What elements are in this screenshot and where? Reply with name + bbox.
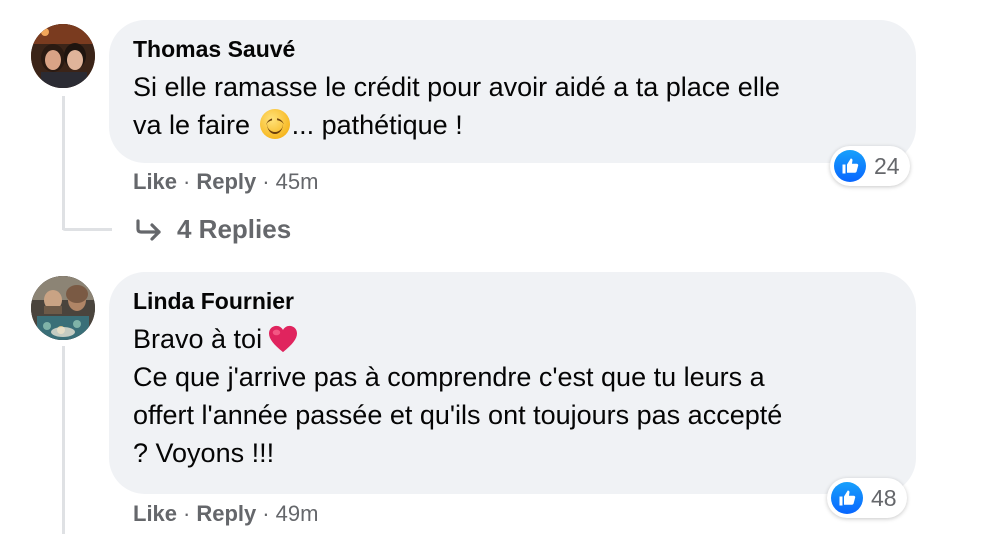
reply-link[interactable]: Reply [196, 169, 256, 194]
separator-dot: · [262, 501, 270, 526]
comment-text-line: ? Voyons !!! [133, 438, 275, 468]
avatar[interactable] [31, 276, 95, 340]
comment-text-fragment: va le faire [133, 110, 251, 140]
like-link[interactable]: Like [133, 501, 177, 526]
reaction-count: 24 [874, 152, 900, 179]
reply-arrow-icon [136, 218, 161, 241]
thread-line-vertical-2 [62, 346, 65, 534]
comment-timestamp[interactable]: 45m [276, 169, 319, 194]
thumbs-up-icon [834, 150, 866, 182]
separator-dot: · [183, 501, 191, 526]
red-heart-emoji-icon [268, 325, 298, 353]
comment-text-line: Bravo à toi [133, 320, 892, 358]
comment-text: Si elle ramasse le crédit pour avoir aid… [133, 68, 892, 144]
comment-bubble: Linda Fournier Bravo à toi Ce que j'arri… [109, 272, 916, 494]
comment-text: Bravo à toi Ce que j'arrive pas à compre… [133, 320, 892, 472]
avatar-photo [31, 276, 95, 340]
comment-text-line: Si elle ramasse le crédit pour avoir aid… [133, 72, 780, 102]
like-link[interactable]: Like [133, 169, 177, 194]
comment-bubble: Thomas Sauvé Si elle ramasse le crédit p… [109, 20, 916, 163]
reaction-summary[interactable]: 24 [830, 146, 910, 186]
thread-line-vertical [62, 96, 65, 230]
comment-author[interactable]: Linda Fournier [133, 286, 892, 316]
avatar-photo [31, 24, 95, 88]
comment-author[interactable]: Thomas Sauvé [133, 34, 892, 64]
comment-text-line: offert l'année passée et qu'ils ont touj… [133, 400, 783, 430]
comment-timestamp[interactable]: 49m [276, 501, 319, 526]
reaction-summary[interactable]: 48 [827, 478, 907, 518]
reaction-count: 48 [871, 484, 897, 511]
comment-text-fragment: ... pathétique ! [291, 110, 463, 140]
comment-actions: Like · Reply · 45m [133, 169, 318, 195]
separator-dot: · [262, 169, 270, 194]
thread-line-curve [62, 228, 112, 231]
comment-actions: Like · Reply · 49m [133, 501, 318, 527]
view-replies-button[interactable]: 4 Replies [135, 214, 291, 245]
thumbs-up-icon [831, 482, 863, 514]
comment-text-fragment: Bravo à toi [133, 324, 263, 354]
comment-text-line: Ce que j'arrive pas à comprendre c'est q… [133, 362, 765, 392]
replies-label: 4 Replies [177, 214, 292, 244]
smiling-face-emoji-icon [259, 109, 290, 139]
avatar[interactable] [31, 24, 95, 88]
reply-link[interactable]: Reply [196, 501, 256, 526]
separator-dot: · [183, 169, 191, 194]
comment-text-line: va le faire ... pathétique ! [133, 106, 892, 144]
